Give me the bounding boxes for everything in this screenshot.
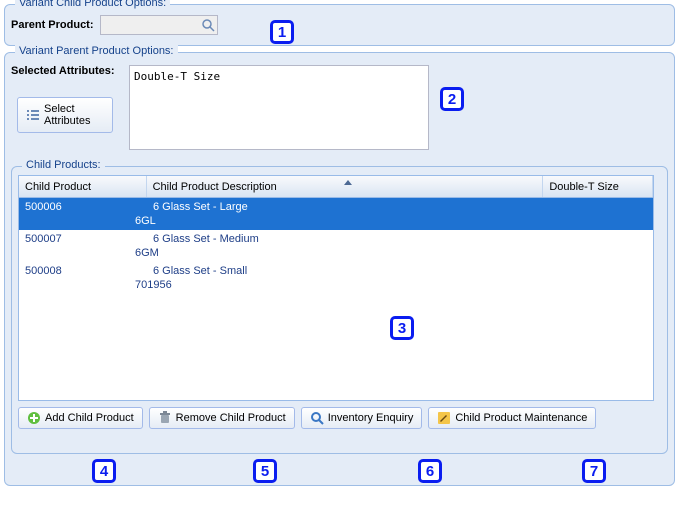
child-product-maintenance-label: Child Product Maintenance: [455, 412, 587, 424]
add-child-product-label: Add Child Product: [45, 412, 134, 424]
cell-sub: 6GM: [129, 246, 257, 260]
callout-5: 5: [253, 459, 277, 483]
callout-2: 2: [440, 87, 464, 111]
edit-icon: [437, 411, 451, 425]
remove-child-product-label: Remove Child Product: [176, 412, 286, 424]
table-row[interactable]: 5000086 Glass Set - Small701956: [19, 262, 653, 294]
callout-3: 3: [390, 316, 414, 340]
cell-size: [19, 278, 129, 294]
parent-product-label: Parent Product:: [11, 19, 94, 31]
search-icon[interactable]: [201, 18, 215, 32]
cell-sub: 6GL: [129, 214, 257, 228]
variant-child-options-legend: Variant Child Product Options:: [15, 0, 170, 9]
grid-header: Child Product Child Product Description …: [19, 176, 653, 198]
child-products-legend: Child Products:: [22, 159, 105, 171]
col-header-size[interactable]: Double-T Size: [543, 176, 653, 197]
cell-code: 500006: [19, 198, 147, 214]
col-header-desc[interactable]: Child Product Description: [147, 176, 544, 197]
callout-4: 4: [92, 459, 116, 483]
select-attributes-label: Select Attributes: [44, 103, 104, 127]
list-icon: [26, 108, 40, 122]
remove-child-product-button[interactable]: Remove Child Product: [149, 407, 295, 429]
selected-attributes-label: Selected Attributes:: [11, 65, 123, 77]
variant-child-options-panel: Variant Child Product Options: Parent Pr…: [4, 4, 675, 46]
select-attributes-button[interactable]: Select Attributes: [17, 97, 113, 133]
variant-parent-options-legend: Variant Parent Product Options:: [15, 45, 178, 57]
plus-icon: [27, 411, 41, 425]
child-products-panel: Child Products: Child Product Child Prod…: [11, 166, 668, 454]
search-icon: [310, 411, 324, 425]
callout-7: 7: [582, 459, 606, 483]
cell-desc: 6 Glass Set - Medium: [147, 230, 545, 246]
cell-code: 500008: [19, 262, 147, 278]
cell-code: 500007: [19, 230, 147, 246]
inventory-enquiry-button[interactable]: Inventory Enquiry: [301, 407, 423, 429]
cell-sub: 701956: [129, 278, 257, 292]
cell-size: [19, 214, 129, 230]
button-bar: Add Child Product Remove Child Product I…: [18, 401, 661, 429]
child-product-maintenance-button[interactable]: Child Product Maintenance: [428, 407, 596, 429]
grid-body: 5000066 Glass Set - Large6GL5000076 Glas…: [19, 198, 653, 294]
inventory-enquiry-label: Inventory Enquiry: [328, 412, 414, 424]
variant-parent-options-panel: Variant Parent Product Options: Selected…: [4, 52, 675, 486]
cell-desc: 6 Glass Set - Large: [147, 198, 545, 214]
selected-attributes-textarea[interactable]: Double-T Size: [129, 65, 429, 150]
table-row[interactable]: 5000066 Glass Set - Large6GL: [19, 198, 653, 230]
sort-asc-icon: [344, 180, 352, 185]
add-child-product-button[interactable]: Add Child Product: [18, 407, 143, 429]
table-row[interactable]: 5000076 Glass Set - Medium6GM: [19, 230, 653, 262]
trash-icon: [158, 411, 172, 425]
cell-size: [19, 246, 129, 262]
callout-1: 1: [270, 20, 294, 44]
child-products-grid: Child Product Child Product Description …: [18, 175, 654, 401]
col-header-code[interactable]: Child Product: [19, 176, 147, 197]
callout-6: 6: [418, 459, 442, 483]
cell-desc: 6 Glass Set - Small: [147, 262, 545, 278]
col-header-desc-label: Child Product Description: [153, 181, 277, 193]
